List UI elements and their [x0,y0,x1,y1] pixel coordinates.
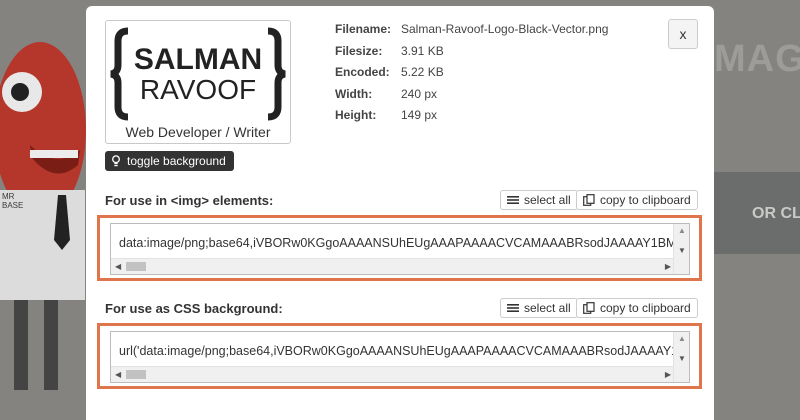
file-info-value: 149 px [401,108,438,122]
scrollbar-thumb[interactable] [126,370,146,379]
css-vertical-scrollbar[interactable]: ▲ ▼ [673,332,689,382]
img-select-all-label: select all [524,193,571,207]
close-button[interactable]: x [668,19,698,49]
file-info-width: Width: 240 px [335,87,608,109]
background-band-text: OR CL [752,205,800,222]
list-icon [507,304,519,312]
file-info-value: 5.22 KB [401,65,444,79]
copy-icon [583,194,595,206]
img-select-all-button[interactable]: select all [500,190,578,210]
toggle-background-button[interactable]: toggle background [105,151,234,171]
file-info-key: Height: [335,108,377,122]
file-info-value: 240 px [401,86,438,101]
img-copy-label: copy to clipboard [600,193,691,207]
css-copy-button[interactable]: copy to clipboard [576,298,698,318]
file-info-key: Filesize: [335,43,383,58]
img-vertical-scrollbar[interactable]: ▲ ▼ [673,224,689,274]
file-info-filesize: Filesize: 3.91 KB [335,44,608,66]
scroll-left-icon[interactable]: ◀ [115,262,121,271]
scrollbar-thumb[interactable] [126,262,146,271]
img-code-textarea[interactable]: data:image/png;base64,iVBORw0KGgoAAAANSU… [110,223,690,275]
css-code-highlight: url('data:image/png;base64,iVBORw0KGgoAA… [97,323,702,389]
css-code-textarea[interactable]: url('data:image/png;base64,iVBORw0KGgoAA… [110,331,690,383]
file-info-filename: Filename: Salman-Ravoof-Logo-Black-Vecto… [335,22,608,44]
css-section-label: For use as CSS background: [105,301,283,316]
file-info-key: Filename: [335,22,392,36]
img-copy-button[interactable]: copy to clipboard [576,190,698,210]
file-info-key: Encoded: [335,65,390,79]
img-horizontal-scrollbar[interactable]: ◀ ▶ [111,258,675,274]
copy-icon [583,302,595,314]
img-code-highlight: data:image/png;base64,iVBORw0KGgoAAAANSU… [97,215,702,281]
scroll-left-icon[interactable]: ◀ [115,370,121,379]
scroll-up-icon[interactable]: ▲ [678,226,686,235]
lightbulb-icon [112,155,120,167]
logo-image: SALMAN RAVOOF Web Developer / Writer [110,27,286,140]
logo-line-2: RAVOOF [140,74,256,105]
list-icon [507,196,519,204]
css-select-all-label: select all [524,301,571,315]
image-details-modal: x SALMAN RAVOOF Web Developer / Writer t… [86,6,714,420]
file-info-height: Height: 149 px [335,108,608,130]
mascot-illustration [0,42,86,390]
css-code-value: url('data:image/png;base64,iVBORw0KGgoAA… [119,344,689,358]
img-code-value: data:image/png;base64,iVBORw0KGgoAAAANSU… [119,236,689,250]
toggle-background-label: toggle background [127,154,226,168]
background-heading: MAG [714,38,800,80]
scroll-down-icon[interactable]: ▼ [678,354,686,363]
logo-line-1: SALMAN [134,43,262,76]
file-info-encoded: Encoded: 5.22 KB [335,65,608,87]
file-info-value: 3.91 KB [401,43,444,58]
scroll-down-icon[interactable]: ▼ [678,246,686,255]
logo-tagline: Web Developer / Writer [126,124,271,140]
mascot-label: MR BASE [2,192,24,210]
css-select-all-button[interactable]: select all [500,298,578,318]
file-info-list: Filename: Salman-Ravoof-Logo-Black-Vecto… [335,22,608,130]
css-copy-label: copy to clipboard [600,301,691,315]
scroll-right-icon[interactable]: ▶ [665,262,671,271]
file-info-value: Salman-Ravoof-Logo-Black-Vector.png [401,22,609,36]
img-section-label: For use in <img> elements: [105,193,274,208]
scroll-right-icon[interactable]: ▶ [665,370,671,379]
file-info-key: Width: [335,86,373,101]
css-horizontal-scrollbar[interactable]: ◀ ▶ [111,366,675,382]
image-preview: SALMAN RAVOOF Web Developer / Writer [105,20,291,144]
scroll-up-icon[interactable]: ▲ [678,334,686,343]
